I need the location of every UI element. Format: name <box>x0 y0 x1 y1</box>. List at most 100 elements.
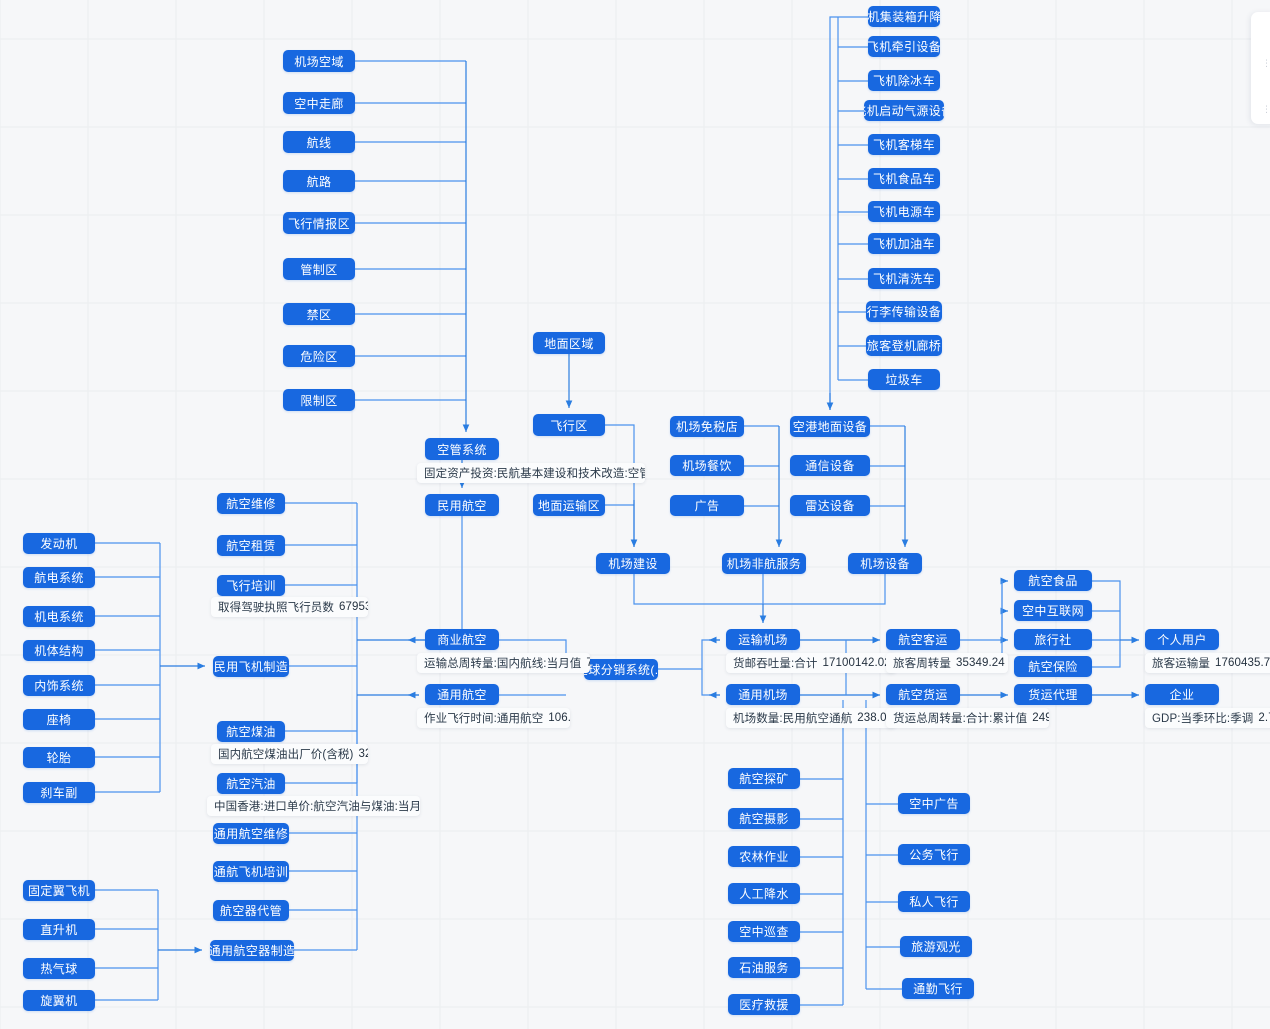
node-n62[interactable]: 通用机场 <box>726 684 800 705</box>
metric-chip-c11[interactable]: 旅客运输量1760435.71⌄ <box>1145 653 1270 673</box>
metric-chip-c5[interactable]: 运输总周转量:国内航线:当月值70.50⌄ <box>417 653 590 673</box>
node-n47[interactable]: 通信设备 <box>790 455 870 476</box>
diagram-canvas[interactable]: 机场空域空中走廊航线航路飞行情报区管制区禁区危险区限制区空管系统民用航空 地面区域… <box>0 0 1270 1029</box>
node-n20[interactable]: 航空汽油 <box>217 773 285 794</box>
node-n58[interactable]: 行李传输设备 <box>866 301 942 322</box>
node-n23[interactable]: 航空器代管 <box>213 900 289 921</box>
metric-value: 35349.24 <box>956 657 1005 669</box>
node-n78[interactable]: 医疗救援 <box>728 994 800 1015</box>
metric-chip-c7[interactable]: 货邮吞吐量:合计17100142.02⌄ <box>726 653 896 673</box>
node-n19[interactable]: 航空煤油 <box>217 721 285 742</box>
node-n11[interactable]: 民用航空 <box>425 494 499 516</box>
node-n4[interactable]: 航路 <box>283 170 355 192</box>
node-n53[interactable]: 飞机客梯车 <box>868 134 940 155</box>
node-n35[interactable]: 热气球 <box>23 958 95 979</box>
node-n70[interactable]: 个人用户 <box>1145 629 1219 650</box>
node-n59[interactable]: 旅客登机廊桥 <box>866 335 942 356</box>
node-n40[interactable]: 机场建设 <box>596 553 670 574</box>
node-n46[interactable]: 空港地面设备 <box>790 416 870 437</box>
node-n56[interactable]: 飞机加油车 <box>868 233 940 254</box>
node-n48[interactable]: 雷达设备 <box>790 495 870 516</box>
node-n38[interactable]: 通用航空 <box>425 684 499 705</box>
node-n71[interactable]: 企业 <box>1145 684 1219 705</box>
node-n67[interactable]: 旅行社 <box>1014 629 1092 650</box>
node-n41[interactable]: 机场非航服务 <box>722 553 806 574</box>
node-n34[interactable]: 直升机 <box>23 919 95 940</box>
node-n30[interactable]: 座椅 <box>23 709 95 730</box>
metric-chip-c9[interactable]: 旅客周转量35349.24⌄ <box>886 653 1008 673</box>
node-n18[interactable]: 民用飞机制造 <box>213 656 289 677</box>
node-n65[interactable]: 航空食品 <box>1014 570 1092 591</box>
node-n52[interactable]: 飞机启动气源设备 <box>864 100 944 121</box>
metric-value: 106.50 <box>548 712 570 724</box>
node-n50[interactable]: 飞机牵引设备 <box>868 36 940 57</box>
node-n76[interactable]: 空中巡查 <box>728 921 800 942</box>
node-n75[interactable]: 人工降水 <box>728 883 800 904</box>
node-n64[interactable]: 航空货运 <box>886 684 960 705</box>
node-n25[interactable]: 发动机 <box>23 533 95 554</box>
node-n22[interactable]: 通航飞机培训 <box>213 861 289 882</box>
node-n3[interactable]: 航线 <box>283 131 355 153</box>
node-n72[interactable]: 航空探矿 <box>728 768 800 789</box>
node-n14[interactable]: 地面运输区 <box>533 494 605 516</box>
node-n82[interactable]: 旅游观光 <box>900 936 972 957</box>
node-n17[interactable]: 飞行培训 <box>217 575 285 596</box>
node-n66[interactable]: 空中互联网 <box>1014 600 1092 621</box>
node-n45[interactable]: 广告 <box>670 495 744 516</box>
metric-chip-c3[interactable]: 国内航空煤油出厂价(含税)3262.00⌄ <box>211 744 368 764</box>
node-n77[interactable]: 石油服务 <box>728 957 800 978</box>
node-n21[interactable]: 通用航空维修 <box>213 823 289 844</box>
node-n33[interactable]: 固定翼飞机 <box>23 880 95 901</box>
node-n57[interactable]: 飞机清洗车 <box>868 268 940 289</box>
node-n54[interactable]: 飞机食品车 <box>868 168 940 189</box>
node-n39[interactable]: 全球分销系统(... <box>584 659 658 680</box>
node-n15[interactable]: 航空维修 <box>217 493 285 514</box>
node-n44[interactable]: 机场餐饮 <box>670 455 744 476</box>
node-n32[interactable]: 刹车副 <box>23 782 95 803</box>
node-n80[interactable]: 公务飞行 <box>898 844 970 865</box>
node-n83[interactable]: 通勤飞行 <box>902 978 974 999</box>
node-n73[interactable]: 航空摄影 <box>728 808 800 829</box>
metric-chip-c1[interactable]: 固定资产投资:民航基本建设和技术改造:空管..50.60⌄ <box>417 463 645 483</box>
node-n55[interactable]: 飞机电源车 <box>868 201 940 222</box>
node-n28[interactable]: 机体结构 <box>23 640 95 661</box>
metric-chip-c2[interactable]: 取得驾驶执照飞行员数67953.00⌄ <box>211 597 368 617</box>
node-n81[interactable]: 私人飞行 <box>898 891 970 912</box>
node-n49[interactable]: 飞机集装箱升降... <box>868 6 940 27</box>
node-n74[interactable]: 农林作业 <box>728 846 800 867</box>
node-n60[interactable]: 垃圾车 <box>868 369 940 390</box>
node-n61[interactable]: 运输机场 <box>726 629 800 650</box>
node-n6[interactable]: 管制区 <box>283 258 355 280</box>
node-n24[interactable]: 通用航空器制造 <box>210 940 294 961</box>
node-n26[interactable]: 航电系统 <box>23 567 95 588</box>
node-n42[interactable]: 机场设备 <box>848 553 922 574</box>
node-n68[interactable]: 航空保险 <box>1014 656 1092 677</box>
node-n37[interactable]: 商业航空 <box>425 629 499 650</box>
node-n63[interactable]: 航空客运 <box>886 629 960 650</box>
side-panel[interactable]: ⋮ ⋮ <box>1251 12 1270 124</box>
node-n16[interactable]: 航空租赁 <box>217 535 285 556</box>
node-n69[interactable]: 货运代理 <box>1014 684 1092 705</box>
node-n8[interactable]: 危险区 <box>283 345 355 367</box>
node-n5[interactable]: 飞行情报区 <box>283 212 355 234</box>
node-n31[interactable]: 轮胎 <box>23 747 95 768</box>
metric-chip-c8[interactable]: 机场数量:民用航空通航238.00⌄ <box>726 708 896 728</box>
node-n36[interactable]: 旋翼机 <box>23 990 95 1011</box>
node-n29[interactable]: 内饰系统 <box>23 675 95 696</box>
node-n12[interactable]: 地面区域 <box>533 332 605 354</box>
metric-chip-c6[interactable]: 作业飞行时间:通用航空106.50⌄ <box>417 708 570 728</box>
node-n27[interactable]: 机电系统 <box>23 606 95 627</box>
node-n51[interactable]: 飞机除冰车 <box>868 70 940 91</box>
node-n1[interactable]: 机场空域 <box>283 50 355 72</box>
metric-chip-c12[interactable]: GDP:当季环比:季调2.70⌄ <box>1145 708 1270 728</box>
metric-chip-c4[interactable]: 中国香港:进口单价:航空汽油与煤油:当月值2.21⌄ <box>207 796 420 816</box>
node-n43[interactable]: 机场免税店 <box>670 416 744 437</box>
node-n7[interactable]: 禁区 <box>283 303 355 325</box>
node-n13[interactable]: 飞行区 <box>533 414 605 436</box>
metric-value: 24901.82 <box>1032 712 1049 724</box>
node-n2[interactable]: 空中走廊 <box>283 92 355 114</box>
node-n79[interactable]: 空中广告 <box>898 793 970 814</box>
node-n10[interactable]: 空管系统 <box>425 438 499 460</box>
metric-chip-c10[interactable]: 货运总周转量:合计:累计值24901.82⌄ <box>886 708 1049 728</box>
node-n9[interactable]: 限制区 <box>283 389 355 411</box>
